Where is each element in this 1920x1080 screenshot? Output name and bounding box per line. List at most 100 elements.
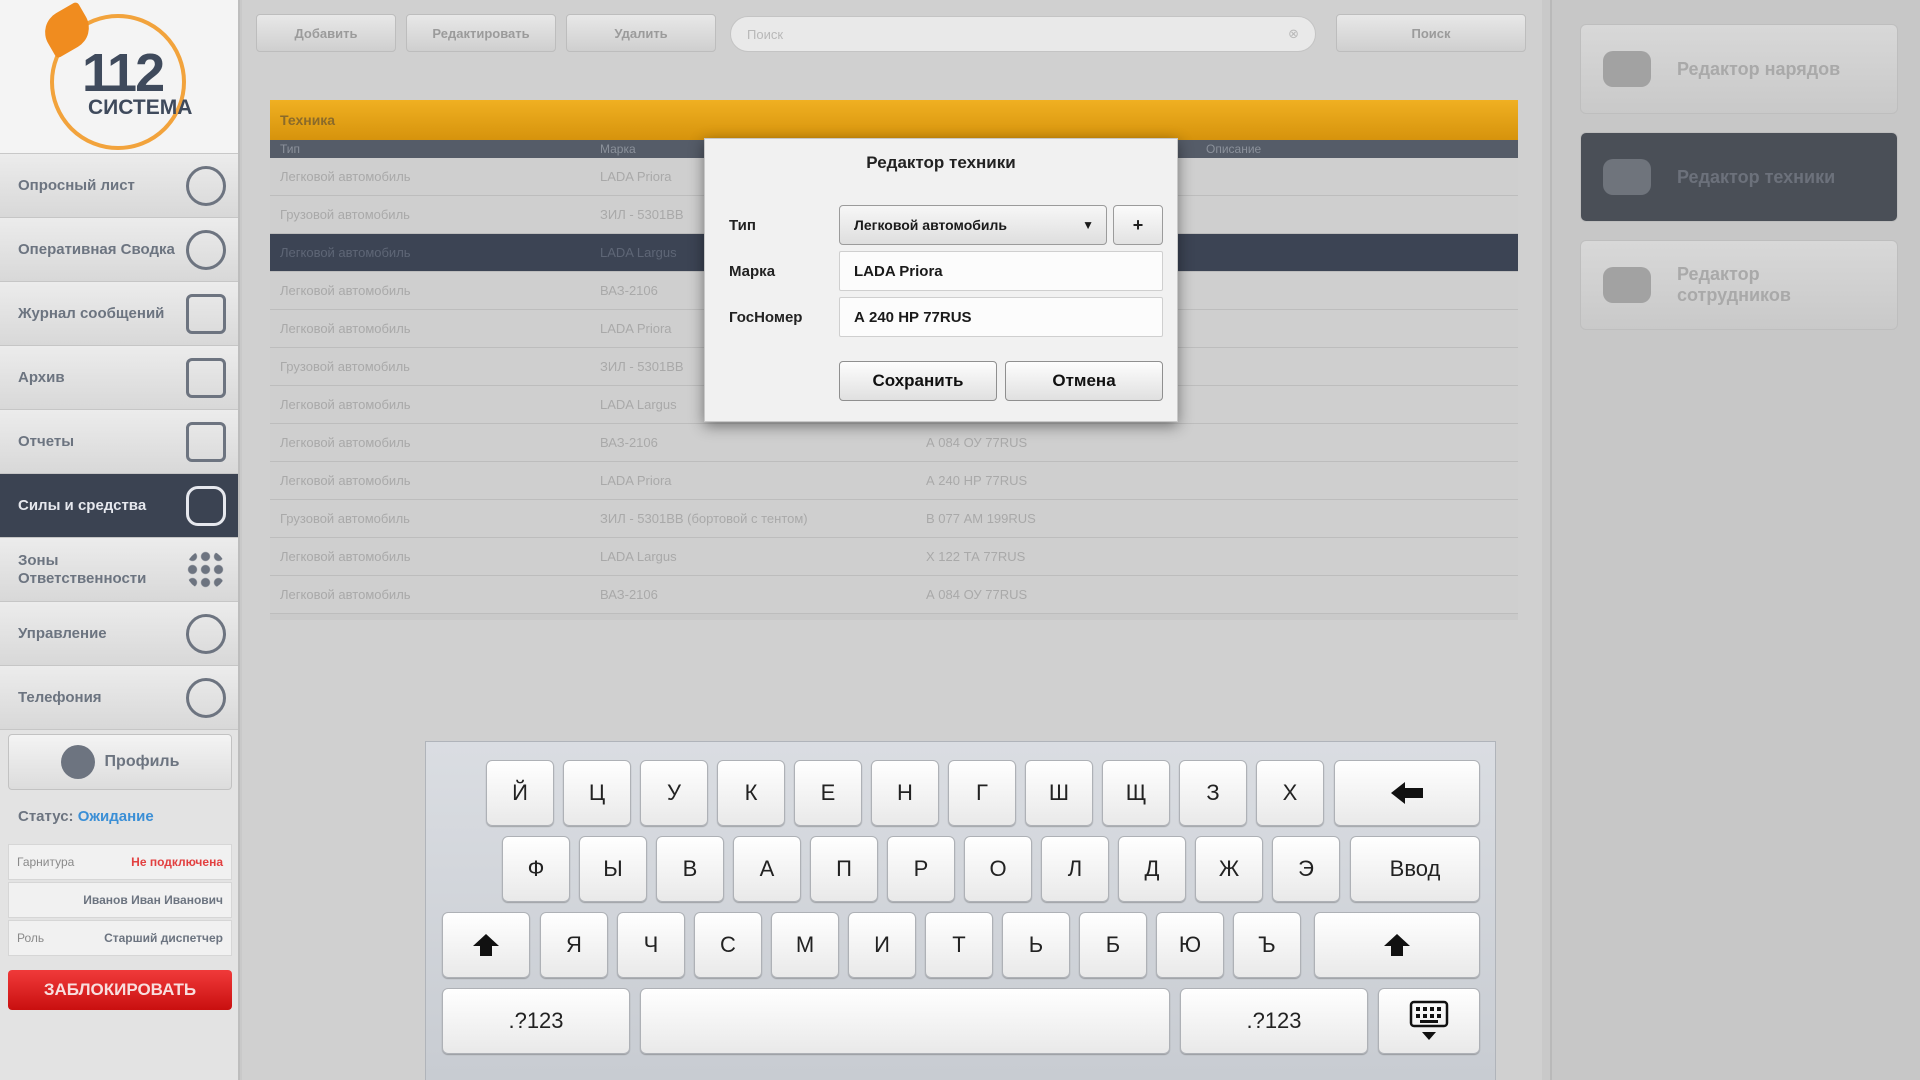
cell-type: Легковой автомобиль (280, 283, 411, 298)
key[interactable]: Щ (1102, 760, 1170, 826)
key[interactable]: З (1179, 760, 1247, 826)
key[interactable]: Л (1041, 836, 1109, 902)
sidebar-item-label: Опросный лист (18, 176, 135, 194)
cell-type: Грузовой автомобиль (280, 511, 410, 526)
sidebar-item-archive[interactable]: Архив (0, 346, 238, 410)
key[interactable]: Ф (502, 836, 570, 902)
key[interactable]: Ж (1195, 836, 1263, 902)
edit-button[interactable]: Редактировать (406, 14, 556, 52)
cell-brand: ВАЗ-2106 (600, 435, 658, 450)
shift-key-left[interactable] (442, 912, 530, 978)
table-row[interactable]: Грузовой автомобиль ЗИЛ - 5301ВВ (бортово… (270, 500, 1518, 538)
key[interactable]: М (771, 912, 839, 978)
key[interactable]: О (964, 836, 1032, 902)
cabinet-icon (186, 357, 226, 398)
key[interactable]: Т (925, 912, 993, 978)
key[interactable]: А (733, 836, 801, 902)
key[interactable]: Е (794, 760, 862, 826)
save-button[interactable]: Сохранить (839, 361, 997, 401)
key[interactable]: Ю (1156, 912, 1224, 978)
key[interactable]: Ъ (1233, 912, 1301, 978)
key[interactable]: Д (1118, 836, 1186, 902)
staff-editor-button[interactable]: Редактор сотрудников (1580, 240, 1898, 330)
sidebar-item-label: Силы и средства (18, 496, 147, 514)
enter-key[interactable]: Ввод (1350, 836, 1480, 902)
plate-label: ГосНомер (729, 309, 803, 326)
key[interactable]: У (640, 760, 708, 826)
table-row[interactable]: Легковой автомобиль ВАЗ-2106 А 084 ОУ 77RU… (270, 576, 1518, 614)
shift-editor-label: Редактор нарядов (1677, 58, 1841, 79)
cell-brand: LADA Priora (600, 473, 672, 488)
key[interactable]: Ч (617, 912, 685, 978)
sidebar-item-reports[interactable]: Отчеты (0, 410, 238, 474)
key[interactable]: Ц (563, 760, 631, 826)
delete-button[interactable]: Удалить (566, 14, 716, 52)
cell-type: Легковой автомобиль (280, 587, 411, 602)
space-key[interactable] (640, 988, 1170, 1054)
search-input[interactable]: Поиск ⊗ (730, 16, 1316, 52)
profile-button[interactable]: Профиль (8, 734, 232, 790)
key[interactable]: К (717, 760, 785, 826)
status-row: Статус: Ожидание (18, 808, 154, 825)
key[interactable]: С (694, 912, 762, 978)
numbers-key-left[interactable]: .?123 (442, 988, 630, 1054)
car-front-icon (1603, 51, 1651, 87)
sidebar-item-messages[interactable]: Журнал сообщений (0, 282, 238, 346)
cell-plate: А 084 ОУ 77RUS (926, 435, 1028, 450)
gears-icon (186, 613, 226, 654)
key[interactable]: Г (948, 760, 1016, 826)
sidebar-item-management[interactable]: Управление (0, 602, 238, 666)
cell-plate: А 084 ОУ 77RUS (926, 587, 1028, 602)
shift-key-right[interactable] (1314, 912, 1480, 978)
hide-keyboard-key[interactable] (1378, 988, 1480, 1054)
backspace-key[interactable] (1334, 760, 1480, 826)
vehicle-editor-label: Редактор техники (1677, 166, 1836, 187)
car-side-icon (1603, 159, 1651, 195)
key[interactable]: Ш (1025, 760, 1093, 826)
cell-type: Легковой автомобиль (280, 549, 411, 564)
search-button[interactable]: Поиск (1336, 14, 1526, 52)
table-row[interactable]: Легковой автомобиль ВАЗ-2106 А 084 ОУ 77RU… (270, 424, 1518, 462)
role-row: Роль Старший диспетчер (8, 920, 232, 956)
key[interactable]: И (848, 912, 916, 978)
key[interactable]: Й (486, 760, 554, 826)
vehicle-editor-button[interactable]: Редактор техники (1580, 132, 1898, 222)
vehicle-editor-dialog: Редактор техники Тип Легковой автомобиль… (704, 138, 1178, 422)
calculator-icon (186, 421, 226, 462)
sidebar-item-zones[interactable]: Зоны Ответственности (0, 538, 238, 602)
key[interactable]: Б (1079, 912, 1147, 978)
table-row[interactable]: Легковой автомобиль LADA Priora А 240 НР 7… (270, 462, 1518, 500)
add-button[interactable]: Добавить (256, 14, 396, 52)
clear-icon[interactable]: ⊗ (1288, 26, 1299, 42)
sidebar-item-telephony[interactable]: Телефония (0, 666, 238, 730)
key[interactable]: Ь (1002, 912, 1070, 978)
toolbar: Добавить Редактировать Удалить Поиск ⊗ П… (256, 14, 1528, 54)
brand-field[interactable]: LADA Priora (839, 251, 1163, 291)
status-label: Статус: (18, 808, 74, 825)
key[interactable]: Я (540, 912, 608, 978)
type-select[interactable]: Легковой автомобиль ▼ (839, 205, 1107, 245)
key[interactable]: П (810, 836, 878, 902)
key[interactable]: Э (1272, 836, 1340, 902)
cell-plate: Х 122 ТА 77RUS (926, 549, 1026, 564)
key[interactable]: Х (1256, 760, 1324, 826)
cell-type: Грузовой автомобиль (280, 207, 410, 222)
lock-button[interactable]: ЗАБЛОКИРОВАТЬ (8, 970, 232, 1010)
sidebar-item-summary[interactable]: Оперативная Сводка (0, 218, 238, 282)
shift-editor-button[interactable]: Редактор нарядов (1580, 24, 1898, 114)
add-type-button[interactable]: + (1113, 205, 1163, 245)
numbers-key-right[interactable]: .?123 (1180, 988, 1368, 1054)
column-header[interactable]: Описание (1206, 142, 1261, 156)
cancel-button[interactable]: Отмена (1005, 361, 1163, 401)
sidebar-item-label: Оперативная Сводка (18, 240, 175, 258)
key[interactable]: В (656, 836, 724, 902)
table-row[interactable]: Легковой автомобиль LADA Largus Х 122 ТА 7… (270, 538, 1518, 576)
sidebar-item-survey[interactable]: Опросный лист (0, 154, 238, 218)
column-header[interactable]: Тип (280, 142, 600, 156)
key[interactable]: Ы (579, 836, 647, 902)
key[interactable]: Н (871, 760, 939, 826)
key[interactable]: Р (887, 836, 955, 902)
sidebar-item-forces[interactable]: Силы и средства (0, 474, 238, 538)
plate-field[interactable]: А 240 НР 77RUS (839, 297, 1163, 337)
headset-icon (186, 229, 226, 270)
